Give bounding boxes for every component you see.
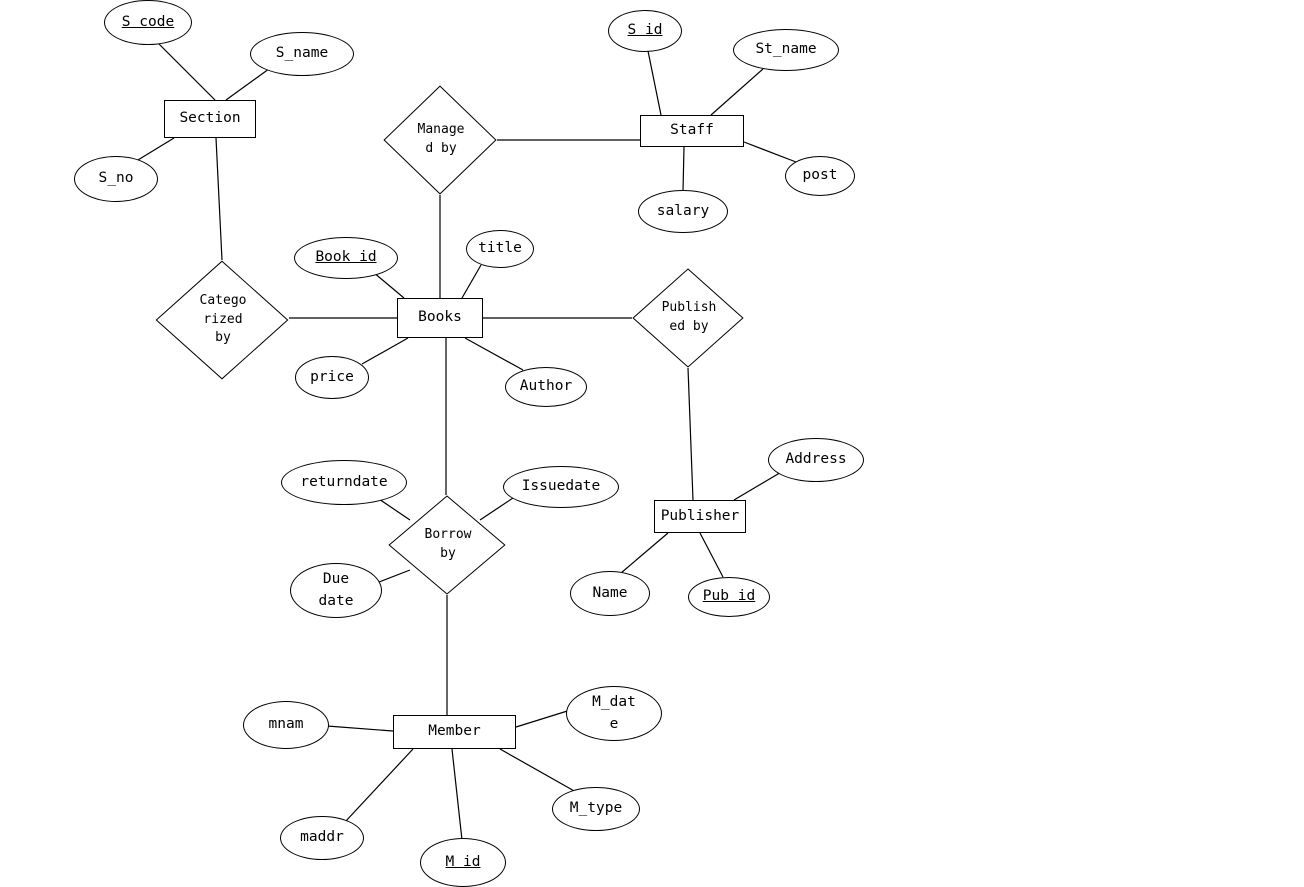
attribute-pub-id[interactable]: Pub id bbox=[688, 577, 770, 617]
entity-label: Books bbox=[418, 309, 462, 326]
relationship-label: Borrow by bbox=[424, 527, 472, 561]
edge-publisher-to-pub-id bbox=[699, 532, 724, 578]
attribute-book-id[interactable]: Book id bbox=[294, 237, 398, 279]
relationship-published-by[interactable]: Publish ed by bbox=[632, 268, 744, 368]
attribute-label: Issuedate bbox=[521, 478, 601, 495]
relationship-borrow-by[interactable]: Borrow by bbox=[388, 495, 506, 595]
edge-member-to-mnam bbox=[326, 725, 394, 732]
attribute-m-type[interactable]: M_type bbox=[552, 787, 640, 831]
entity-publisher[interactable]: Publisher bbox=[654, 500, 746, 533]
attribute-label: maddr bbox=[300, 829, 344, 846]
attribute-label-primary-key: Book id bbox=[315, 249, 377, 266]
attribute-name[interactable]: Name bbox=[570, 571, 650, 616]
relationship-label: Publish ed by bbox=[661, 300, 717, 334]
attribute-label: St_name bbox=[755, 41, 817, 58]
attribute-label: M_dat e bbox=[592, 694, 636, 732]
attribute-label: S_no bbox=[98, 170, 134, 187]
attribute-label-primary-key: Pub id bbox=[702, 588, 756, 605]
entity-staff[interactable]: Staff bbox=[640, 115, 744, 147]
attribute-label: salary bbox=[656, 202, 710, 219]
attribute-address[interactable]: Address bbox=[768, 438, 864, 482]
edge-member-to-maddr bbox=[344, 748, 414, 823]
relationship-label: Manage d by bbox=[417, 122, 465, 156]
entity-label: Publisher bbox=[660, 507, 740, 524]
edge-staff-to-st-name bbox=[710, 68, 764, 116]
attribute-label-primary-key: S code bbox=[121, 13, 175, 30]
attribute-label: title bbox=[478, 240, 522, 257]
attribute-mnam[interactable]: mnam bbox=[243, 701, 329, 749]
attribute-returndate[interactable]: returndate bbox=[281, 460, 407, 505]
attribute-label-primary-key: M id bbox=[445, 853, 481, 870]
attribute-label-primary-key: S id bbox=[627, 22, 663, 39]
entity-books[interactable]: Books bbox=[397, 298, 483, 338]
attribute-st-name[interactable]: St_name bbox=[733, 29, 839, 71]
edge-publisher-to-name bbox=[620, 532, 669, 574]
relationship-label: Catego rized by bbox=[199, 292, 247, 346]
edge-books-to-author bbox=[464, 337, 524, 371]
attribute-m-id[interactable]: M id bbox=[420, 838, 506, 887]
er-diagram-canvas: Section Staff Books Publisher Member Manage d… bbox=[0, 0, 1304, 887]
entity-label: Member bbox=[428, 723, 481, 740]
attribute-label: S_name bbox=[275, 45, 329, 62]
attribute-issuedate[interactable]: Issuedate bbox=[503, 466, 619, 508]
attribute-author[interactable]: Author bbox=[505, 367, 587, 407]
entity-section[interactable]: Section bbox=[164, 100, 256, 138]
edge-books-to-price bbox=[361, 337, 409, 365]
edge-section-to-s-code bbox=[152, 37, 216, 101]
edge-section-to-categorized bbox=[215, 137, 223, 261]
attribute-salary[interactable]: salary bbox=[638, 190, 728, 233]
attribute-due-date[interactable]: Due date bbox=[290, 563, 382, 618]
edge-member-to-m-id bbox=[451, 748, 463, 841]
edge-publisher-to-address bbox=[733, 470, 784, 501]
entity-label: Staff bbox=[670, 122, 714, 139]
attribute-post[interactable]: post bbox=[785, 156, 855, 196]
attribute-label: post bbox=[802, 167, 838, 184]
attribute-s-name[interactable]: S_name bbox=[250, 32, 354, 76]
attribute-s-no[interactable]: S_no bbox=[74, 156, 158, 202]
edge-published-to-publisher bbox=[687, 367, 694, 501]
edge-staff-to-salary bbox=[682, 146, 685, 192]
attribute-label: Author bbox=[519, 378, 573, 395]
attribute-label: M_type bbox=[569, 800, 623, 817]
attribute-m-date[interactable]: M_dat e bbox=[566, 686, 662, 741]
relationship-managed-by[interactable]: Manage d by bbox=[383, 85, 497, 195]
attribute-s-id[interactable]: S id bbox=[608, 10, 682, 52]
edge-staff-to-s-id bbox=[647, 50, 662, 116]
attribute-label: price bbox=[310, 368, 354, 385]
attribute-label: Name bbox=[592, 584, 628, 601]
attribute-label: returndate bbox=[300, 473, 388, 490]
attribute-label: mnam bbox=[268, 716, 304, 733]
relationship-categorized-by[interactable]: Catego rized by bbox=[155, 260, 289, 380]
edge-books-to-title bbox=[461, 264, 482, 299]
edge-books-to-book-id bbox=[372, 271, 405, 299]
attribute-title[interactable]: title bbox=[466, 230, 534, 268]
attribute-maddr[interactable]: maddr bbox=[280, 816, 364, 860]
attribute-label: Address bbox=[785, 451, 847, 468]
edge-member-to-m-type bbox=[499, 748, 577, 793]
edge-staff-to-post bbox=[743, 141, 797, 163]
entity-member[interactable]: Member bbox=[393, 715, 516, 749]
attribute-s-code[interactable]: S code bbox=[104, 0, 192, 45]
attribute-price[interactable]: price bbox=[295, 356, 369, 399]
edge-section-to-s-name bbox=[225, 65, 274, 101]
attribute-label: Due date bbox=[318, 571, 354, 609]
entity-label: Section bbox=[179, 110, 241, 127]
